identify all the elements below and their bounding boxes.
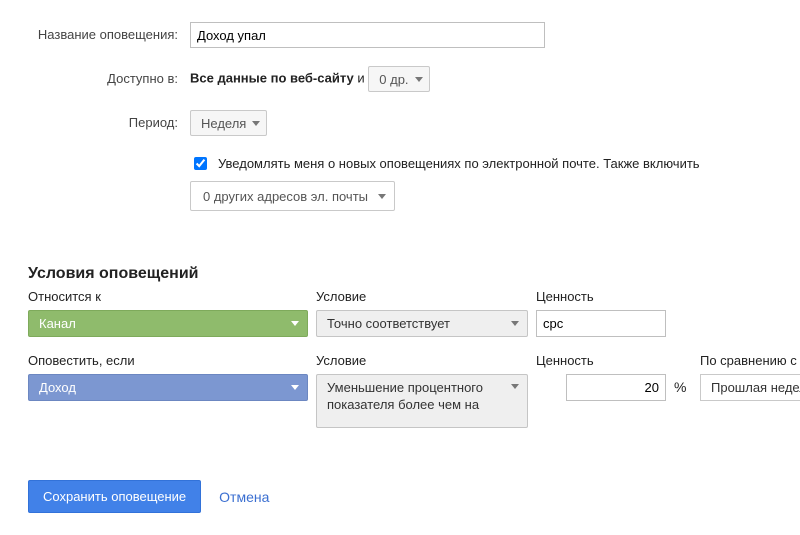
chevron-down-icon <box>415 77 423 82</box>
available-more-dropdown[interactable]: 0 др. <box>368 66 429 92</box>
period-value: Неделя <box>201 116 246 131</box>
period-label: Период: <box>28 110 190 130</box>
notify-email-label: Уведомлять меня о новых оповещениях по э… <box>218 156 700 171</box>
applies-to-value: Канал <box>39 316 76 331</box>
available-in-and: и <box>354 70 369 85</box>
chevron-down-icon <box>291 321 299 326</box>
value-header-1: Ценность <box>536 289 800 306</box>
value-header-2: Ценность <box>536 353 666 370</box>
available-more-label: 0 др. <box>379 72 408 87</box>
period-dropdown[interactable]: Неделя <box>190 110 267 136</box>
compared-to-select[interactable]: Прошлая неделя <box>700 374 800 401</box>
compared-to-header: По сравнению с <box>700 353 800 370</box>
applies-to-header: Относится к <box>28 289 308 306</box>
other-emails-label: 0 других адресов эл. почты <box>203 189 368 204</box>
condition-2-select[interactable]: Уменьшение процентного показателя более … <box>316 374 528 428</box>
percent-symbol: % <box>674 374 692 395</box>
compared-to-value: Прошлая неделя <box>711 380 800 395</box>
condition-header-2: Условие <box>316 353 528 370</box>
available-in-text: Все данные по веб-сайту <box>190 70 354 85</box>
chevron-down-icon <box>378 194 386 199</box>
condition-2-value: Уменьшение процентного показателя более … <box>327 380 497 414</box>
save-alert-button[interactable]: Сохранить оповещение <box>28 480 201 513</box>
chevron-down-icon <box>252 121 260 126</box>
alert-if-select[interactable]: Доход <box>28 374 308 401</box>
alert-if-value: Доход <box>39 380 76 395</box>
condition-1-select[interactable]: Точно соответствует <box>316 310 528 337</box>
alert-name-label: Название оповещения: <box>28 22 190 42</box>
chevron-down-icon <box>511 321 519 326</box>
conditions-title: Условия оповещений <box>28 265 772 283</box>
chevron-down-icon <box>511 384 519 389</box>
alert-if-header: Оповестить, если <box>28 353 308 370</box>
applies-to-select[interactable]: Канал <box>28 310 308 337</box>
other-emails-dropdown[interactable]: 0 других адресов эл. почты <box>190 181 395 211</box>
notify-email-checkbox[interactable] <box>194 157 207 170</box>
condition-header-1: Условие <box>316 289 528 306</box>
cancel-link[interactable]: Отмена <box>219 489 269 505</box>
condition-1-value: Точно соответствует <box>327 316 450 331</box>
available-in-label: Доступно в: <box>28 66 190 86</box>
chevron-down-icon <box>291 385 299 390</box>
value-2-input[interactable] <box>566 374 666 401</box>
value-1-input[interactable] <box>536 310 666 337</box>
alert-name-input[interactable] <box>190 22 545 48</box>
